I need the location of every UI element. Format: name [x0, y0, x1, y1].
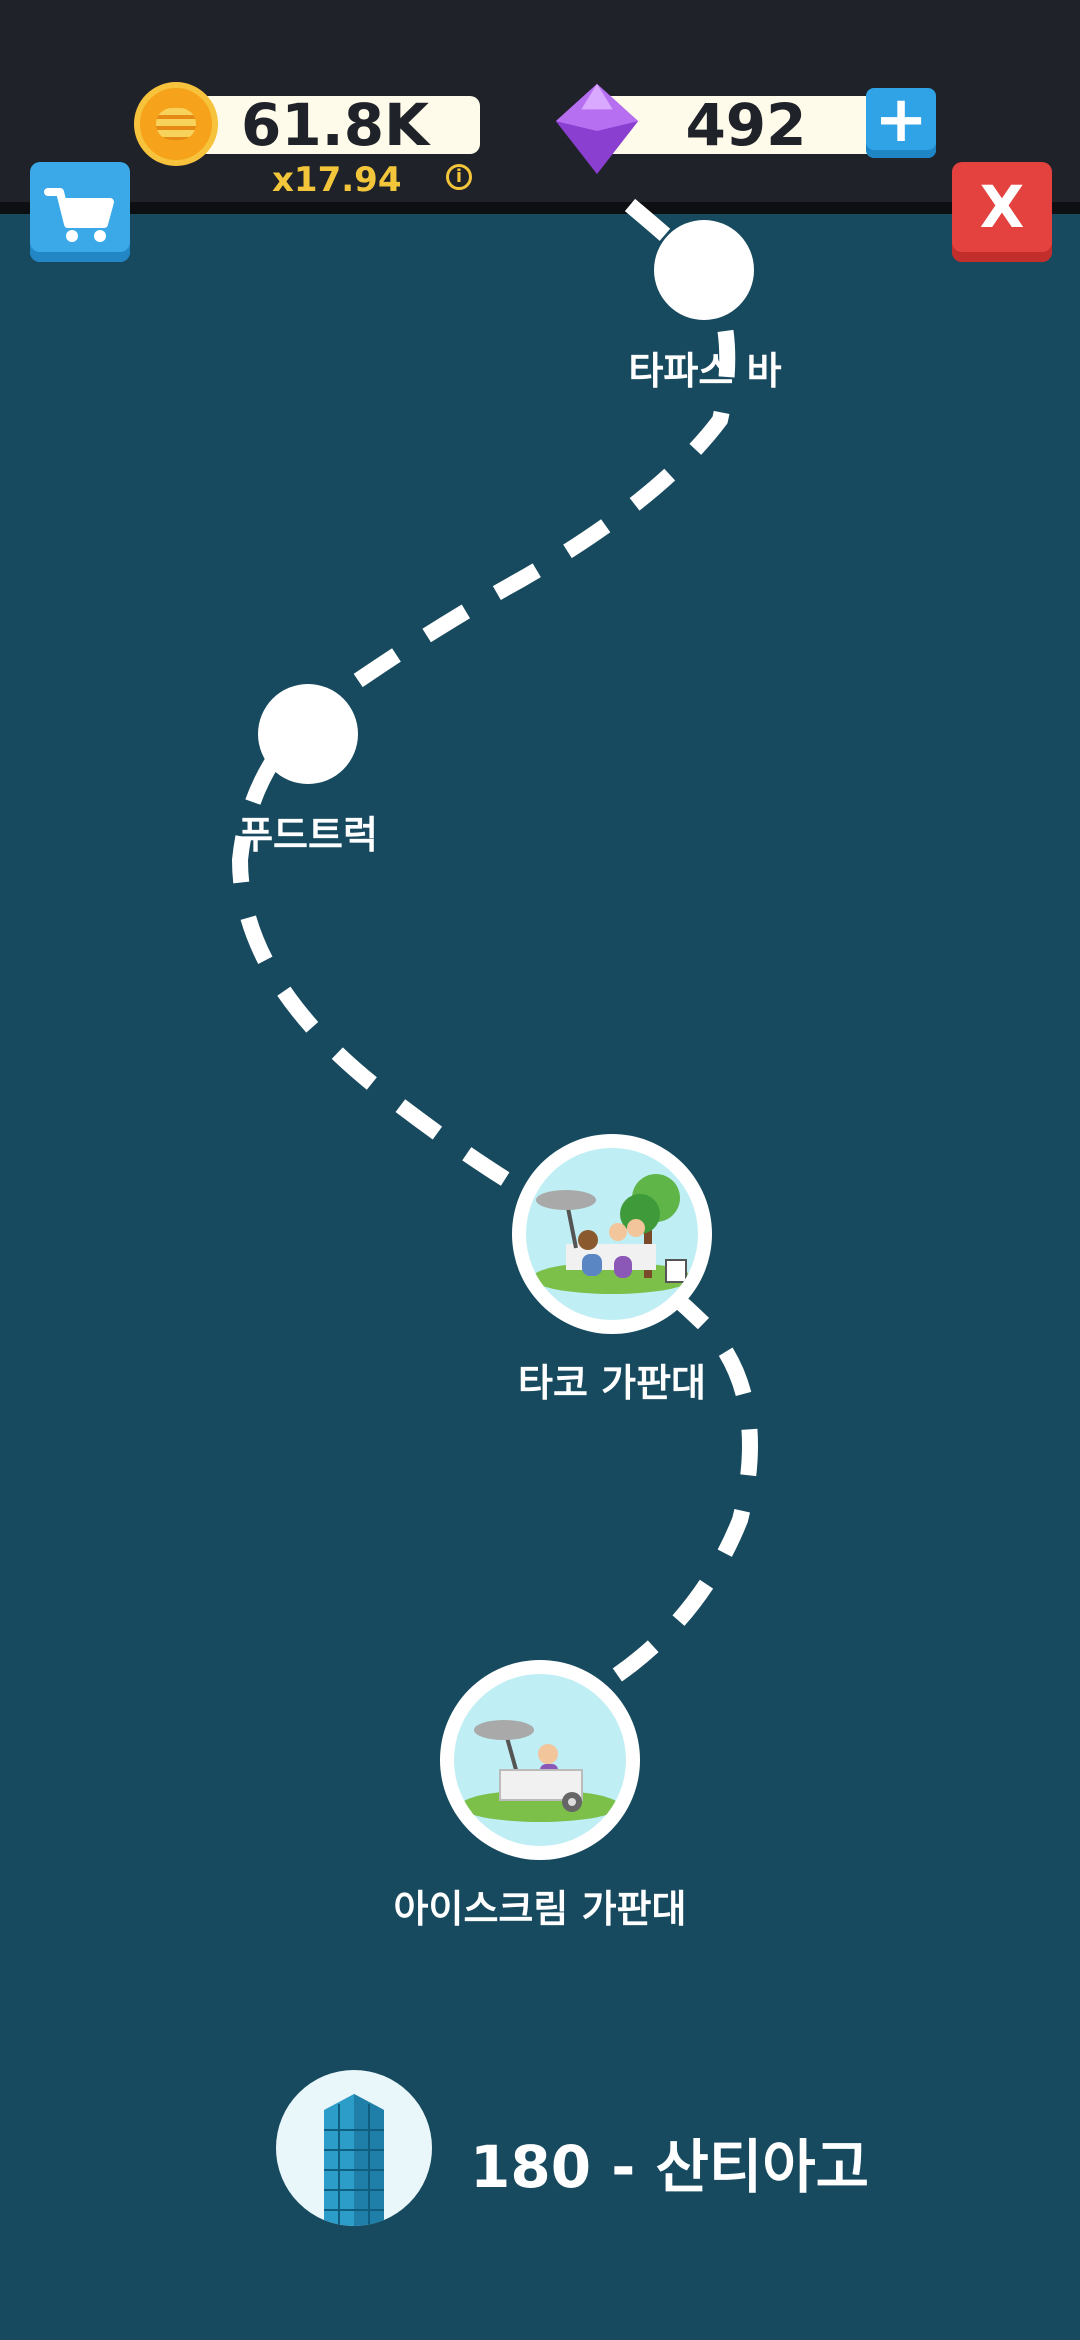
- city-icon[interactable]: [276, 2070, 432, 2226]
- ice-cream-stand-illustration: [460, 1720, 620, 1822]
- current-city-label: 180 - 산티아고: [470, 2133, 869, 2201]
- stop-label: 푸드트럭: [238, 813, 378, 857]
- stop-node-ice-cream-stand[interactable]: [440, 1660, 640, 1860]
- stop-label: 타파스 바: [628, 349, 782, 393]
- stop-label: 아이스크림 가판대: [393, 1887, 687, 1931]
- taco-stand-illustration: [532, 1174, 692, 1294]
- stop-node-taco-stand[interactable]: [512, 1134, 712, 1334]
- stop-node-locked[interactable]: [258, 684, 358, 784]
- stop-node-locked[interactable]: [654, 220, 754, 320]
- stop-label: 타코 가판대: [517, 1361, 707, 1405]
- skyscraper-icon: [324, 2094, 384, 2226]
